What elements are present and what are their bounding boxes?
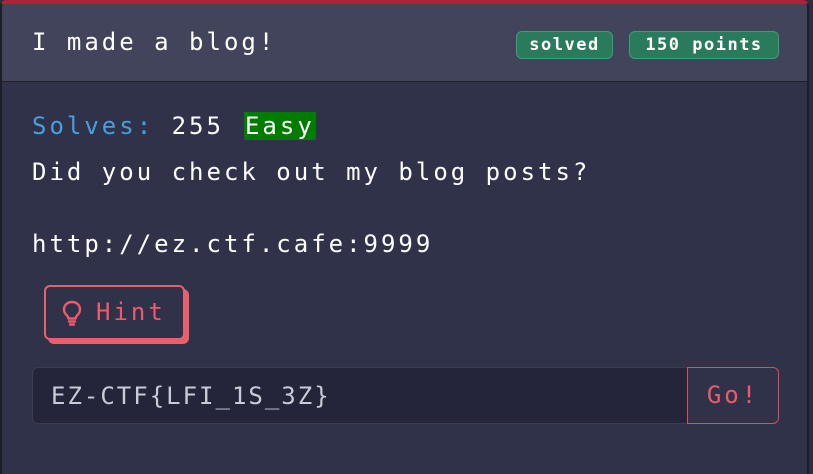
hint-label: Hint: [96, 298, 166, 326]
solved-badge: solved: [516, 31, 613, 59]
challenge-title: I made a blog!: [32, 28, 277, 56]
flag-input[interactable]: [32, 367, 689, 424]
challenge-link[interactable]: http://ez.ctf.cafe:9999: [32, 230, 433, 258]
hint-button[interactable]: Hint: [44, 285, 185, 340]
solves-label: Solves:: [32, 112, 155, 140]
challenge-description: Did you check out my blog posts?: [32, 158, 591, 186]
challenge-card: I made a blog! solved 150 points Solves:…: [0, 0, 809, 474]
solves-row: Solves: 255 Easy: [32, 112, 316, 140]
difficulty-badge: Easy: [243, 112, 316, 140]
challenge-header: I made a blog! solved 150 points: [2, 4, 807, 82]
submit-flag-button[interactable]: Go!: [687, 367, 779, 424]
points-badge: 150 points: [629, 31, 779, 59]
solves-count: 255: [171, 112, 224, 140]
lightbulb-icon: [62, 300, 82, 326]
